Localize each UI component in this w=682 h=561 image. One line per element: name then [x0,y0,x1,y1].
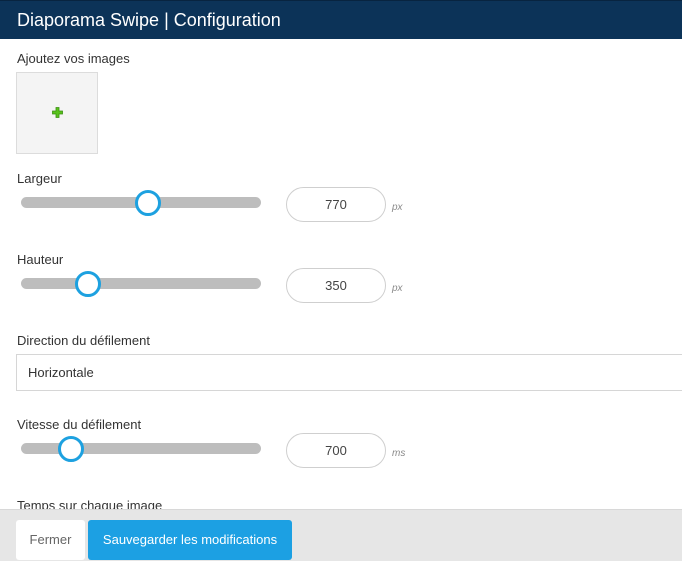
dialog-title: Diaporama Swipe | Configuration [0,0,682,39]
configuration-dialog: Diaporama Swipe | Configuration Ajoutez … [0,0,682,561]
plus-icon [52,107,63,118]
speed-label: Vitesse du défilement [17,417,142,432]
speed-unit: ms [392,448,406,459]
direction-select[interactable]: Horizontale [16,354,682,391]
time-label: Temps sur chaque image [17,498,163,509]
height-label: Hauteur [17,252,64,267]
dialog-content: Ajoutez vos images Largeur px Hauteur px… [0,39,682,509]
width-slider[interactable] [21,189,261,216]
speed-slider-thumb[interactable] [58,435,85,462]
width-unit: px [392,202,403,213]
save-button[interactable]: Sauvegarder les modifications [88,520,292,560]
images-label: Ajoutez vos images [17,51,130,66]
direction-label: Direction du défilement [17,333,150,348]
width-label: Largeur [17,171,62,186]
dialog-footer: Fermer Sauvegarder les modifications [0,509,682,561]
height-slider[interactable] [21,270,261,297]
width-slider-thumb[interactable] [135,189,162,216]
width-input[interactable] [286,187,386,222]
speed-slider[interactable] [21,435,261,462]
close-button[interactable]: Fermer [16,520,85,560]
add-image-button[interactable] [16,72,98,154]
height-slider-thumb[interactable] [75,270,102,297]
speed-input[interactable] [286,433,386,468]
direction-selected-value: Horizontale [28,365,94,380]
height-input[interactable] [286,268,386,303]
height-unit: px [392,283,403,294]
